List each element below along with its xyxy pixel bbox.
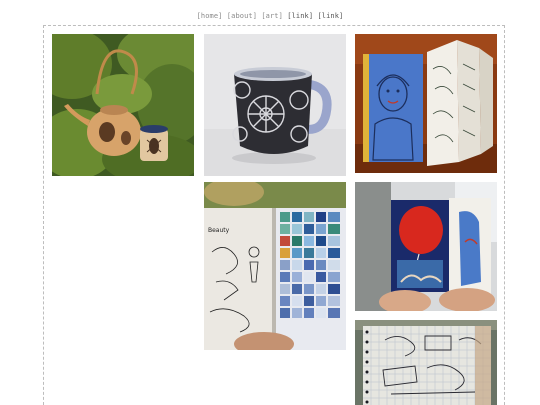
mosaic-sketchbook-photo[interactable]: Beauty (204, 182, 346, 350)
svg-text:Beauty: Beauty (208, 227, 230, 234)
red-balloon-sketchbook-photo[interactable] (355, 182, 497, 311)
black-white-mug-photo[interactable] (204, 34, 346, 176)
top-nav: [home] [about] [art] [link] [link] (0, 11, 540, 21)
grid-notebook-photo[interactable] (355, 320, 497, 405)
nav-link-1[interactable]: [link] (287, 12, 313, 20)
nav-link-art[interactable]: [art] (261, 12, 283, 20)
teapot-and-cup-photo[interactable] (52, 34, 194, 176)
nav-link-2[interactable]: [link] (317, 12, 343, 20)
nav-link-about[interactable]: [about] (227, 12, 257, 20)
sketchbook-portrait-photo[interactable] (355, 34, 497, 173)
nav-link-home[interactable]: [home] (197, 12, 223, 20)
